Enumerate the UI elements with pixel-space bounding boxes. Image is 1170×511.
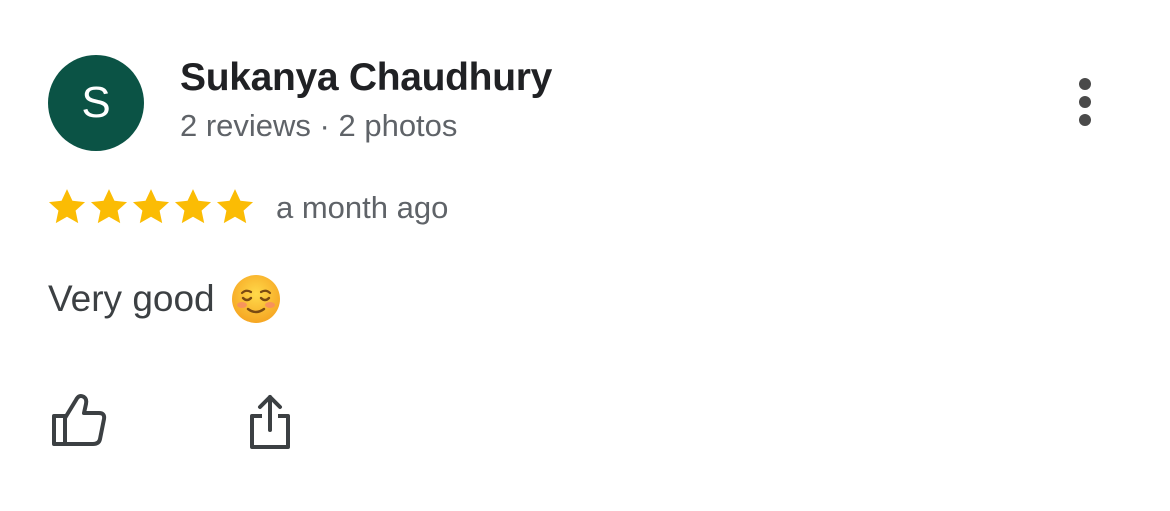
review-text-row: Very good [48, 274, 281, 324]
star-icon [174, 189, 212, 224]
reviewer-name[interactable]: Sukanya Chaudhury [180, 56, 552, 100]
star-icon [216, 189, 254, 224]
share-icon[interactable] [246, 392, 294, 452]
star-icon [48, 189, 86, 224]
thumbs-up-icon[interactable] [50, 390, 110, 450]
smiling-face-emoji [231, 275, 280, 323]
avatar-initial: S [81, 78, 111, 127]
more-dot [1079, 78, 1091, 90]
star-icon [132, 189, 170, 224]
review-text: Very good [48, 278, 215, 319]
review-card: S Sukanya Chaudhury 2 reviews · 2 photos… [0, 0, 1170, 511]
reviewer-meta: 2 reviews · 2 photos [180, 108, 458, 143]
more-vert-icon[interactable] [1068, 74, 1104, 130]
star-icon [90, 189, 128, 224]
more-dot [1079, 114, 1091, 126]
more-dot [1079, 96, 1091, 108]
avatar[interactable]: S [48, 55, 144, 151]
star-rating [46, 186, 256, 228]
review-time: a month ago [276, 190, 449, 225]
